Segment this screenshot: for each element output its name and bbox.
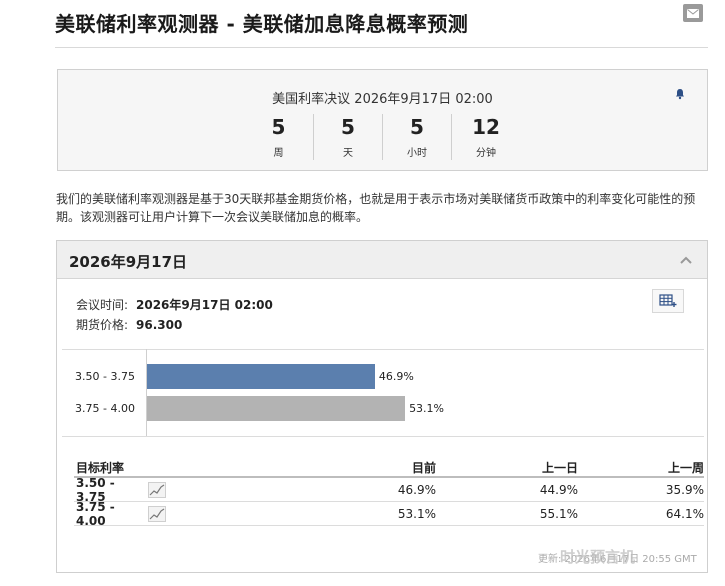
header-prev-day: 上一日 xyxy=(541,461,578,475)
countdown-minutes: 12 分钟 xyxy=(451,114,520,160)
bar xyxy=(147,364,375,389)
chart-axis xyxy=(146,349,147,436)
prev-week-value: 64.1% xyxy=(665,506,704,521)
table-view-button[interactable] xyxy=(652,289,684,313)
countdown-box: 美国利率决议 2026年9月17日 02:00 5 周 5 天 5 小时 12 … xyxy=(57,69,708,171)
panel-header[interactable]: 2026年9月17日 xyxy=(57,241,707,279)
bar-category-label: 3.50 - 3.75 xyxy=(75,370,135,383)
current-value: 46.9% xyxy=(397,482,436,497)
title-divider xyxy=(55,47,708,48)
countdown-value: 12 xyxy=(472,115,500,139)
prev-week-value: 35.9% xyxy=(665,482,704,497)
bar-category-label: 3.75 - 4.00 xyxy=(75,402,135,415)
countdown-weeks: 5 周 xyxy=(244,114,313,160)
meeting-panel: 2026年9月17日 会议时间: 2026年9月17日 02:00 期货价格: … xyxy=(56,240,708,573)
bar-value-label: 46.9% xyxy=(378,370,414,383)
meeting-time-value: 2026年9月17日 02:00 xyxy=(136,298,273,312)
countdown-unit-name: 分钟 xyxy=(476,148,496,159)
email-button[interactable] xyxy=(683,4,703,22)
table-row: 3.50 - 3.75 46.9% 44.9% 35.9% xyxy=(74,476,704,504)
envelope-icon xyxy=(687,8,699,18)
prev-day-value: 44.9% xyxy=(539,482,578,497)
bar-value-label: 53.1% xyxy=(409,402,445,415)
description-text: 我们的美联储利率观测器是基于30天联邦基金期货价格，也就是用于表示市场对美联储货… xyxy=(56,192,696,224)
countdown-unit-name: 天 xyxy=(343,148,353,159)
table-add-icon xyxy=(659,294,677,307)
bar xyxy=(147,396,406,421)
countdown-value: 5 xyxy=(341,115,355,139)
probability-table: 目标利率 目前 上一日 上一周 3.50 - 3.75 46.9% 44.9% … xyxy=(74,455,704,528)
watermark-text: 时光预言机 xyxy=(560,548,636,566)
chart-bottom-rule xyxy=(62,436,704,437)
prev-day-value: 55.1% xyxy=(539,506,578,521)
countdown-days: 5 天 xyxy=(313,114,382,160)
rate-range: 3.75 - 4.00 xyxy=(76,499,115,528)
countdown-value: 5 xyxy=(271,115,286,139)
chevron-up-icon[interactable] xyxy=(679,253,693,267)
countdown-units: 5 周 5 天 5 小时 12 分钟 xyxy=(244,114,520,160)
bell-icon[interactable] xyxy=(674,88,686,100)
countdown-unit-name: 小时 xyxy=(407,148,427,159)
countdown-label: 美国利率决议 2026年9月17日 02:00 xyxy=(272,92,493,107)
panel-date: 2026年9月17日 xyxy=(69,253,188,271)
countdown-hours: 5 小时 xyxy=(382,114,451,160)
meeting-meta: 会议时间: 2026年9月17日 02:00 期货价格: 96.300 xyxy=(76,295,273,335)
rate-cell: 3.75 - 4.00 xyxy=(74,500,214,528)
table-row: 3.75 - 4.00 53.1% 55.1% 64.1% xyxy=(74,500,704,528)
chart-trend-icon[interactable] xyxy=(148,481,166,498)
header-target-rate: 目标利率 xyxy=(76,461,125,475)
futures-price-label: 期货价格: xyxy=(76,318,129,332)
countdown-value: 5 xyxy=(410,115,424,139)
countdown-unit-name: 周 xyxy=(273,148,284,159)
current-value: 53.1% xyxy=(397,506,436,521)
futures-price-value: 96.300 xyxy=(136,318,183,332)
header-prev-week: 上一周 xyxy=(667,461,704,475)
chart-top-rule xyxy=(62,349,704,350)
chart-trend-icon[interactable] xyxy=(148,505,166,522)
page-title: 美联储利率观测器 - 美联储加息降息概率预测 xyxy=(55,12,469,36)
header-current: 目前 xyxy=(411,461,436,475)
meeting-time-label: 会议时间: xyxy=(76,298,129,312)
